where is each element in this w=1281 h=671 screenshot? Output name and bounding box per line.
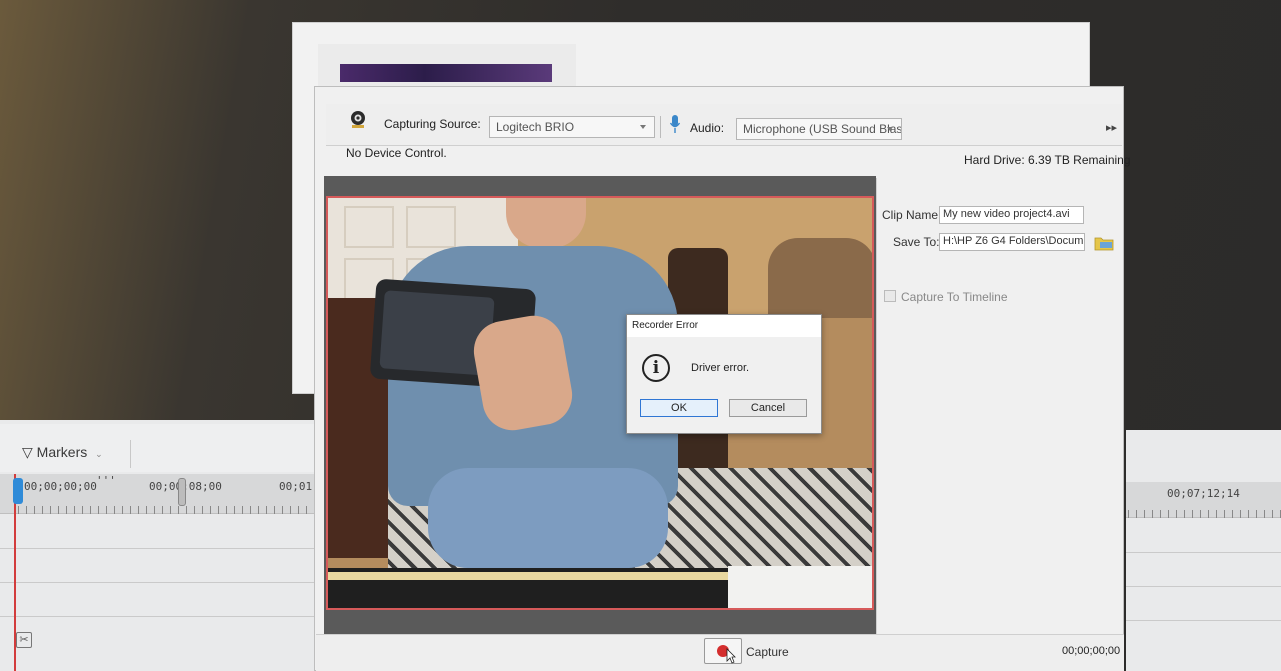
capture-label: Capture xyxy=(746,645,789,659)
track-divider xyxy=(1126,620,1281,621)
chevron-down-icon xyxy=(640,125,646,129)
markers-triangle-icon: ▽ xyxy=(22,444,33,460)
markers-dropdown[interactable]: ▽ Markers ⌄ xyxy=(22,444,103,461)
dialog-title: Recorder Error xyxy=(632,320,699,331)
save-to-field[interactable]: H:\HP Z6 G4 Folders\Docum xyxy=(939,233,1085,251)
save-to-label: Save To: xyxy=(893,235,940,249)
toolbar-separator xyxy=(660,116,661,138)
background-thumbnail xyxy=(340,64,552,82)
track-divider xyxy=(1126,552,1281,553)
capturing-source-label: Capturing Source: xyxy=(384,117,481,131)
capture-to-timeline-label: Capture To Timeline xyxy=(901,290,1008,304)
ruler-marker-icon: ''' xyxy=(96,474,116,487)
chevron-down-icon: ⌄ xyxy=(95,449,103,459)
info-icon: i xyxy=(642,354,670,382)
ruler-ticks xyxy=(18,506,318,514)
dialog-body xyxy=(627,337,821,433)
audio-select[interactable]: Microphone (USB Sound Blas xyxy=(736,118,902,140)
ruler-time-start: 00;00;00;00 xyxy=(24,480,97,493)
capturing-source-select[interactable]: Logitech BRIO xyxy=(489,116,655,138)
ok-button[interactable]: OK xyxy=(640,399,718,417)
hard-drive-status: Hard Drive: 6.39 TB Remaining xyxy=(964,153,1131,167)
clip-name-label: Clip Name: xyxy=(882,208,942,222)
mouse-cursor-icon xyxy=(726,648,736,664)
track-divider xyxy=(1126,586,1281,587)
cancel-button[interactable]: Cancel xyxy=(729,399,807,417)
track-divider xyxy=(0,616,320,617)
webcam-icon xyxy=(351,111,365,128)
markers-label: Markers xyxy=(36,444,88,460)
device-control-status: No Device Control. xyxy=(346,146,447,160)
ruler-ticks-right xyxy=(1128,510,1281,518)
track-divider xyxy=(0,548,320,549)
track-divider xyxy=(0,582,320,583)
playhead-handle[interactable] xyxy=(13,478,23,504)
folder-icon[interactable] xyxy=(1094,235,1114,251)
markers-divider xyxy=(130,440,131,468)
audio-value: Microphone (USB Sound Blas xyxy=(743,122,902,136)
error-message: Driver error. xyxy=(691,362,750,374)
chevron-down-icon xyxy=(887,127,893,131)
microphone-icon xyxy=(669,115,681,133)
work-area-handle[interactable] xyxy=(178,478,186,506)
capture-timecode: 00;00;00;00 xyxy=(1062,645,1121,657)
clip-name-field[interactable]: My new video project4.avi xyxy=(939,206,1084,224)
capture-to-timeline-checkbox[interactable] xyxy=(884,290,896,302)
double-chevron-right-icon[interactable]: ▸▸ xyxy=(1106,121,1117,134)
capturing-source-value: Logitech BRIO xyxy=(496,120,575,134)
scissors-icon[interactable]: ✂ xyxy=(16,632,32,648)
timeline-panel-right xyxy=(1126,430,1281,671)
ruler-time-right: 00;07;12;14 xyxy=(1167,487,1240,500)
audio-label: Audio: xyxy=(690,121,725,135)
